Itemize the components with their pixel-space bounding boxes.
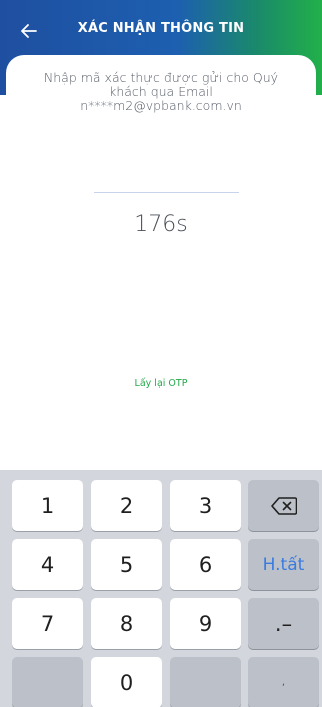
- key-4[interactable]: 4: [12, 539, 83, 590]
- key-0[interactable]: 0: [91, 657, 162, 707]
- otp-instruction: Nhập mã xác thực được gửi cho Quý khách …: [36, 71, 286, 113]
- numeric-keyboard: 1 2 3 4 5 6 H.tất 7 8 9 .– 0 ,: [0, 470, 322, 707]
- key-1[interactable]: 1: [12, 480, 83, 531]
- instruction-line-1: Nhập mã xác thực được gửi cho Quý: [43, 70, 279, 85]
- masked-email: n****m2@vpbank.com.vn: [80, 98, 242, 113]
- key-9[interactable]: 9: [170, 598, 241, 649]
- key-7[interactable]: 7: [12, 598, 83, 649]
- comma-key[interactable]: ,: [248, 657, 319, 707]
- key-6[interactable]: 6: [170, 539, 241, 590]
- dot-dash-key[interactable]: .–: [248, 598, 319, 649]
- done-key[interactable]: H.tất: [248, 539, 319, 590]
- key-5[interactable]: 5: [91, 539, 162, 590]
- key-3[interactable]: 3: [170, 480, 241, 531]
- otp-input[interactable]: [94, 191, 239, 193]
- backspace-icon: [270, 496, 297, 515]
- countdown-timer: 176s: [134, 212, 188, 237]
- otp-card: Nhập mã xác thực được gửi cho Quý khách …: [6, 55, 316, 470]
- instruction-line-2: khách qua Email: [109, 84, 213, 99]
- key-8[interactable]: 8: [91, 598, 162, 649]
- resend-otp-link[interactable]: Lấy lại OTP: [6, 378, 316, 389]
- page-title: XÁC NHẬN THÔNG TIN: [77, 21, 245, 36]
- backspace-key[interactable]: [248, 480, 319, 531]
- key-2[interactable]: 2: [91, 480, 162, 531]
- empty-key: [12, 657, 83, 707]
- empty-key-2: [170, 657, 241, 707]
